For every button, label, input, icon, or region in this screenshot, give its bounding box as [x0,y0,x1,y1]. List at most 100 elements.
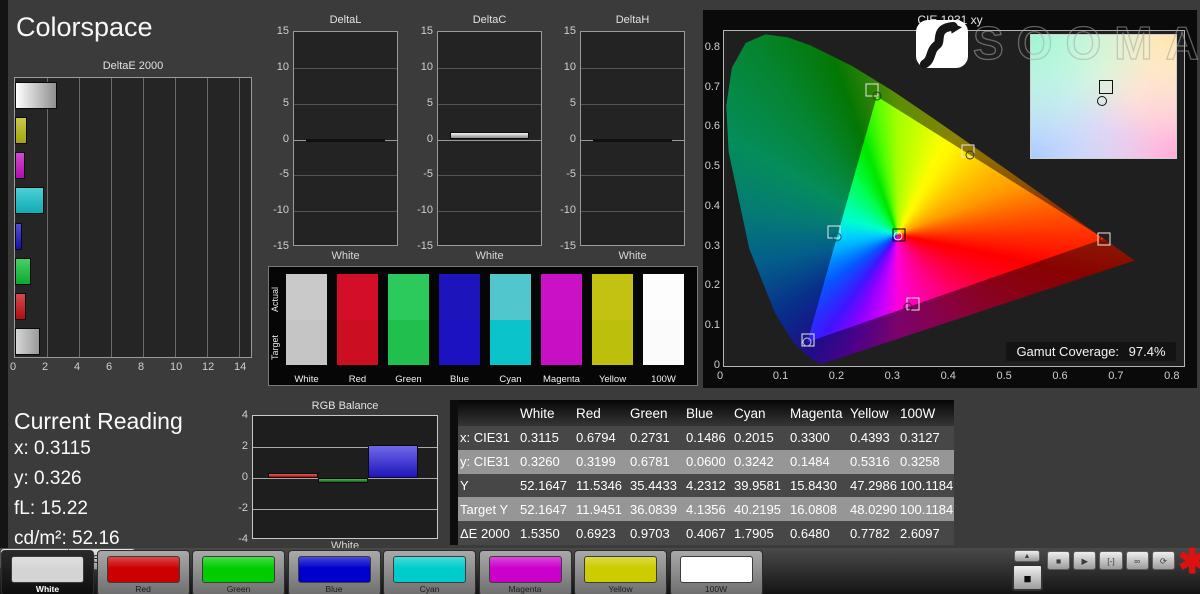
delta-gridline [438,104,541,105]
table-row-label: x: CIE31 [458,430,518,445]
swatch-target [439,320,480,366]
delta-y-tick: 5 [550,97,576,109]
inset-measured-circle-marker [1097,96,1107,106]
delta-y-tick: -10 [550,204,576,216]
refresh-icon: ⟳ [1160,556,1167,566]
eject-icon: ▲ [1024,553,1031,560]
delta-chart-title: DeltaH [580,14,685,26]
deltae-bar-green [15,258,31,285]
stop-measure-button[interactable]: ■ [1012,564,1043,591]
delta-chart-deltah: DeltaH151050-5-10-15White [550,14,691,274]
color-button-red[interactable]: Red [97,550,190,594]
table-cell: 16.0808 [788,502,848,517]
play-button[interactable]: ▶ [1073,551,1096,570]
table-cell: 36.0839 [628,502,684,517]
delta-gridline [438,211,541,212]
delta-y-tick: 15 [263,25,289,37]
reading-y: y: 0.326 [14,468,82,490]
color-button-100w[interactable]: 100W [670,550,763,594]
refresh-button[interactable]: ⟳ [1152,551,1175,570]
cie-y-tick: 0 [703,359,720,371]
delta-y-tick: 0 [550,133,576,145]
rgb-balance-title: RGB Balance [252,400,438,412]
cie-measured-marker-white [894,232,903,241]
color-button-label: Red [98,584,189,594]
rgb-y-tick: -2 [226,502,248,514]
delta-chart-title: DeltaC [437,14,542,26]
deltae-bar-blue [15,223,22,250]
table-cell: 0.3260 [518,454,574,469]
cie-x-tick: 0.3 [885,370,900,382]
color-button-label: Blue [289,584,380,594]
delta-bar [450,132,528,139]
delta-gridline [581,175,684,176]
table-cell: 100.1184 [898,502,954,517]
eject-button[interactable]: ▲ [1014,550,1040,562]
cie-measured-marker-green [872,92,881,101]
color-button-cyan[interactable]: Cyan [383,550,476,594]
table-cell: 1.7905 [732,526,788,541]
color-button-yellow[interactable]: Yellow [574,550,667,594]
actual-target-swatch-panel: Actual Target WhiteRedGreenBlueCyanMagen… [268,266,698,386]
table-header-cell: 100W [898,406,954,421]
loop-button[interactable]: ∞ [1126,551,1149,570]
deltae-gridline [175,78,176,357]
swatch-label: Magenta [541,374,582,385]
swatch-white: White [286,274,327,365]
stop-button[interactable]: ■ [1047,551,1070,570]
deltae-x-tick: 8 [138,361,144,373]
deltae-x-tick: 2 [42,361,48,373]
table-cell: 52.1647 [518,478,574,493]
table-cell: 0.3258 [898,454,954,469]
table-cell: 0.9703 [628,526,684,541]
delta-gridline [581,68,684,69]
table-header-cell: Red [574,406,628,421]
table-cell: 0.3242 [732,454,788,469]
swatch-label: Yellow [592,374,633,385]
table-row-label: y: CIE31 [458,454,518,469]
rgb-balance-chart: RGB Balance White 420-2-4 [226,400,456,548]
table-cell: 47.2986 [848,478,898,493]
swatch-cyan: Cyan [490,274,531,365]
delta-chart-plot [437,31,542,246]
cie-x-tick: 0.4 [941,370,956,382]
color-button-green[interactable]: Green [192,550,285,594]
gamut-coverage-badge: Gamut Coverage: 97.4% [1006,342,1176,361]
deltae-bar-cyan [15,187,44,214]
measure-icon: [-] [1107,556,1115,566]
deltae-bar-magenta [15,152,25,179]
soomal-swoosh-icon [916,20,968,68]
deltae-gridline [239,78,240,357]
delta-y-tick: 15 [550,25,576,37]
delta-chart-x-label: White [293,250,398,262]
table-header-cell: Green [628,406,684,421]
measure-button[interactable]: [-] [1099,551,1122,570]
swatch-target [541,320,582,366]
delta-y-tick: 10 [407,61,433,73]
deltae-x-tick: 0 [10,361,16,373]
cie-x-tick: 0.1 [773,370,788,382]
swatch-actual [541,274,582,320]
table-header-cell: Cyan [732,406,788,421]
delta-chart-x-label: White [437,250,542,262]
rgb-y-tick: 2 [226,440,248,452]
table-header-cell: White [518,406,574,421]
cie-y-tick: 0.2 [703,279,720,291]
deltae-2000-chart: DeltaE 2000 02468101214 [14,60,266,372]
delta-y-tick: 10 [550,61,576,73]
reading-cdm2: cd/m²: 52.16 [14,528,120,550]
cie-y-tick: 0.4 [703,200,720,212]
table-row-label: Y [458,478,518,493]
color-button-label: Magenta [480,584,571,594]
cie-y-tick: 0.6 [703,120,720,132]
color-button-white[interactable]: White [1,550,94,594]
delta-zero-bar [593,139,671,142]
deltae-x-tick: 6 [106,361,112,373]
table-cell: 0.4393 [848,430,898,445]
color-button-blue[interactable]: Blue [288,550,381,594]
table-row-4: Target Y52.164711.945136.08394.135640.21… [458,497,954,521]
table-cell: 48.0290 [848,502,898,517]
swatch-label: Cyan [490,374,531,385]
table-cell: 1.5350 [518,526,574,541]
color-button-magenta[interactable]: Magenta [479,550,572,594]
